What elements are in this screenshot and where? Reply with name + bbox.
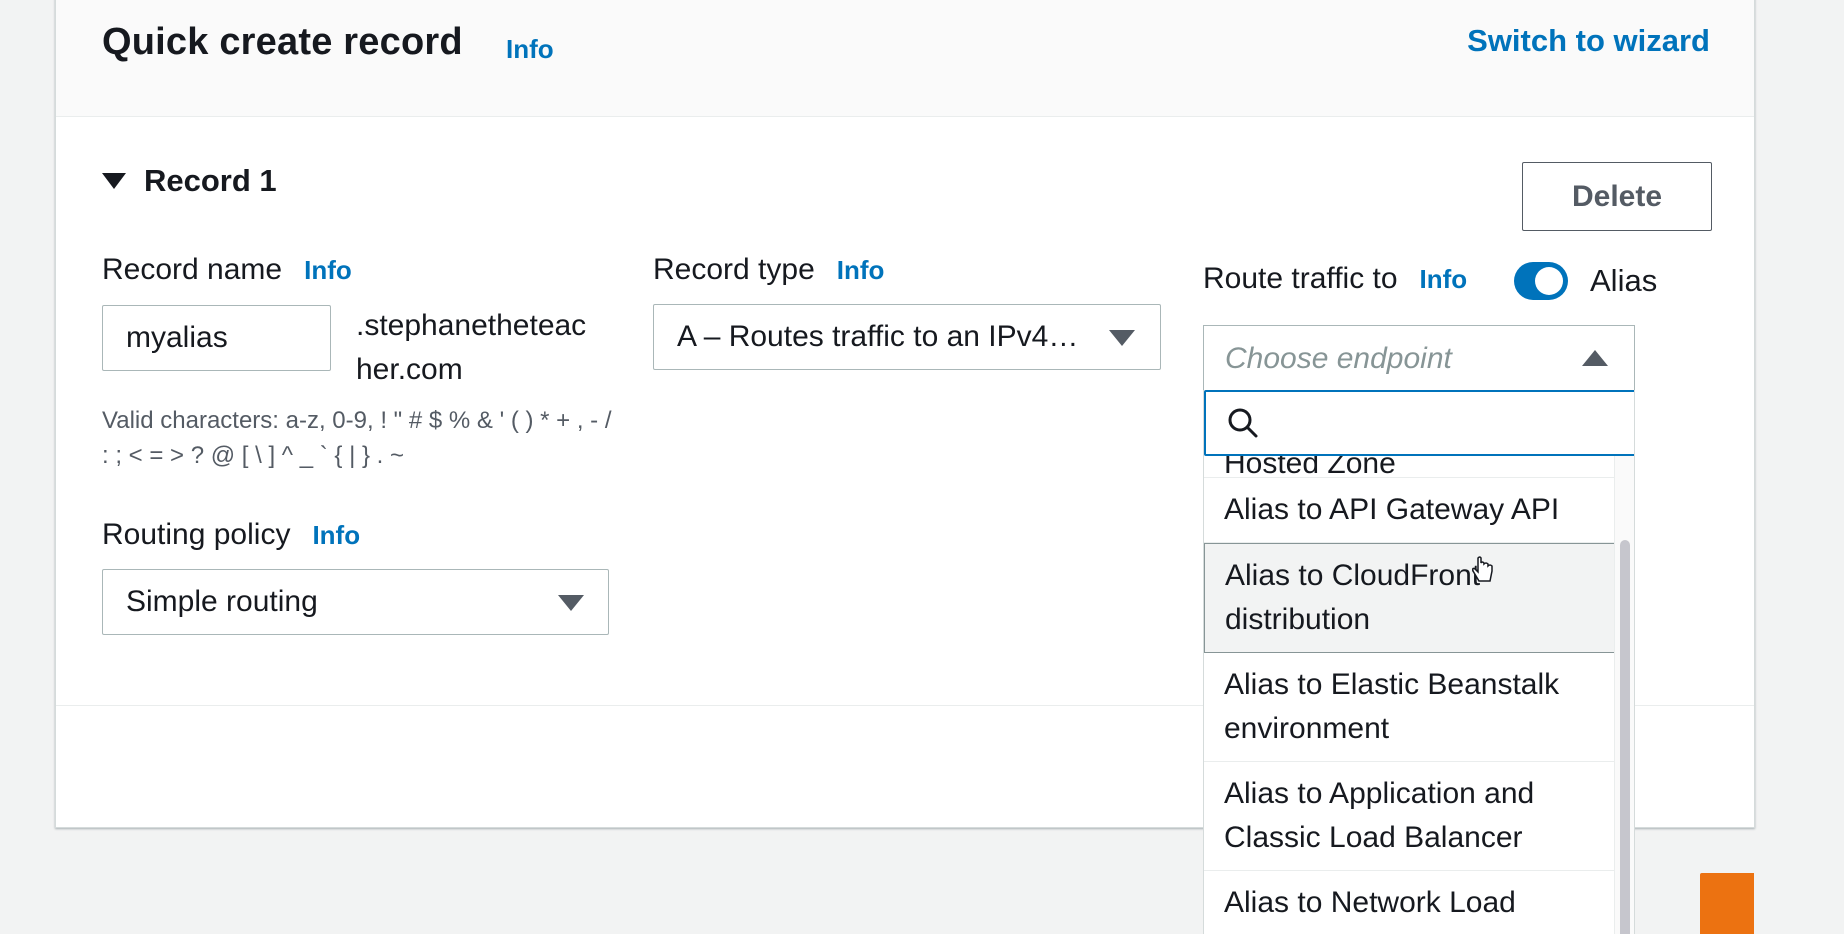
endpoint-dropdown: Hosted Zone Alias to API Gateway API Ali… [1203,390,1635,934]
search-icon [1228,408,1258,438]
record-type-select[interactable]: A – Routes traffic to an IPv4… [653,304,1161,370]
hand-cursor-icon [1472,556,1493,582]
alias-toggle[interactable] [1514,262,1568,300]
record-type-label-row: Record type Info [653,253,884,287]
page-title: Quick create record [102,21,463,63]
record-name-input[interactable]: myalias [102,305,331,371]
record-name-label: Record name [102,253,283,286]
alias-label: Alias [1590,263,1658,298]
record-section-label: Record 1 [144,163,277,198]
record-name-info-link[interactable]: Info [304,255,352,286]
route-traffic-info-link[interactable]: Info [1420,264,1468,295]
create-records-button[interactable] [1700,873,1754,934]
option-network-lb[interactable]: Alias to Network Load Balancer [1204,871,1616,934]
routing-policy-label-row: Routing policy Info [102,518,360,552]
panel-header: Quick create record Info Switch to wizar… [56,0,1754,117]
title-info-link[interactable]: Info [506,34,554,65]
record-type-value: A – Routes traffic to an IPv4… [677,320,1079,353]
scrollbar-thumb[interactable] [1620,540,1630,934]
option-application-classic-lb[interactable]: Alias to Application and Classic Load Ba… [1204,762,1616,871]
valid-characters-hint: Valid characters: a-z, 0-9, ! " # $ % & … [102,407,612,469]
option-cloudfront[interactable]: Alias to CloudFront distribution [1204,543,1616,653]
option-api-gateway[interactable]: Alias to API Gateway API [1204,478,1616,543]
routing-policy-label: Routing policy [102,518,291,551]
caret-down-icon [558,595,584,611]
caret-down-icon [1109,330,1135,346]
record-type-label: Record type [653,253,815,286]
record-name-label-row: Record name Info [102,253,352,287]
endpoint-placeholder: Choose endpoint [1225,341,1452,375]
route-traffic-label: Route traffic to [1203,262,1398,295]
endpoint-search-input[interactable] [1204,390,1634,456]
delete-button[interactable]: Delete [1522,162,1712,231]
record-section-toggle[interactable]: Record 1 [102,163,277,199]
option-hosted-zone[interactable]: Hosted Zone [1204,456,1616,478]
endpoint-select[interactable]: Choose endpoint [1203,325,1635,391]
switch-to-wizard-link[interactable]: Switch to wizard [1467,23,1710,59]
endpoint-options: Hosted Zone Alias to API Gateway API Ali… [1204,456,1616,934]
routing-policy-value: Simple routing [126,585,318,618]
caret-up-icon [1582,350,1608,366]
record-type-info-link[interactable]: Info [837,255,885,286]
routing-policy-select[interactable]: Simple routing [102,569,609,635]
caret-down-icon [102,173,126,189]
routing-policy-info-link[interactable]: Info [312,520,360,551]
domain-suffix: .stephanetheteacher.com [356,309,587,386]
option-elastic-beanstalk[interactable]: Alias to Elastic Beanstalk environment [1204,653,1616,762]
dropdown-scrollbar[interactable] [1614,456,1634,934]
record-name-value: myalias [126,321,228,354]
route-traffic-label-row: Route traffic to Info [1203,262,1467,296]
